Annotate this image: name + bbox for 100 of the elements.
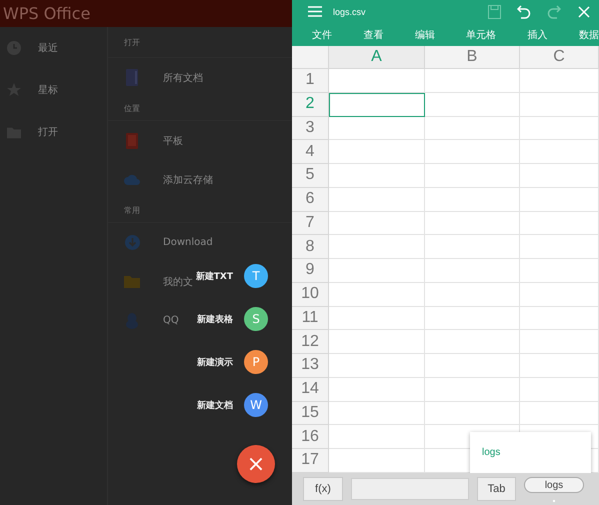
menu-icon[interactable]	[308, 6, 322, 17]
menu-item[interactable]: 查看	[363, 28, 384, 42]
table-cell[interactable]	[425, 116, 520, 140]
table-cell[interactable]	[425, 378, 520, 402]
menu-item[interactable]: 单元格	[466, 28, 496, 42]
location-item[interactable]: 所有文档	[163, 70, 203, 84]
row-header[interactable]: 6	[292, 188, 329, 212]
new-file-label[interactable]: 新建文档	[197, 398, 233, 412]
table-cell[interactable]	[425, 282, 520, 306]
row-header[interactable]: 4	[292, 140, 329, 164]
row-header[interactable]: 5	[292, 164, 329, 188]
row-header[interactable]: 2	[292, 92, 329, 116]
table-cell[interactable]	[425, 164, 520, 188]
table-cell[interactable]	[425, 235, 520, 259]
location-item[interactable]: 平板	[163, 134, 183, 148]
cloud-icon	[124, 174, 140, 185]
table-cell[interactable]	[329, 69, 425, 93]
table-cell[interactable]	[425, 306, 520, 330]
table-cell[interactable]	[425, 259, 520, 283]
table-cell[interactable]	[520, 330, 599, 354]
nav-item[interactable]: 打开	[38, 125, 58, 139]
column-header[interactable]: B	[425, 46, 520, 69]
table-cell[interactable]	[520, 116, 599, 140]
menu-item[interactable]: 文件	[312, 28, 332, 42]
undo-icon[interactable]	[517, 4, 531, 18]
tab-button[interactable]: Tab	[477, 477, 516, 501]
table-cell[interactable]	[520, 92, 599, 116]
nav-item[interactable]: 星标	[38, 83, 58, 97]
table-cell[interactable]	[520, 259, 599, 283]
menu-item[interactable]: 数据	[578, 28, 599, 42]
page-indicator	[553, 500, 555, 502]
row-header[interactable]: 7	[292, 212, 329, 236]
location-item[interactable]: 添加云存储	[163, 172, 213, 186]
table-cell[interactable]	[520, 402, 599, 426]
row-header[interactable]: 10	[292, 282, 329, 306]
sheet-tab[interactable]: logs	[524, 477, 584, 493]
table-cell[interactable]	[329, 140, 425, 164]
table-cell[interactable]	[520, 140, 599, 164]
row-header[interactable]: 9	[292, 259, 329, 283]
table-cell[interactable]	[520, 282, 599, 306]
menu-item[interactable]: 插入	[528, 28, 548, 42]
section-header: 位置	[124, 103, 140, 114]
table-cell[interactable]	[329, 259, 425, 283]
nav-item[interactable]: 最近	[38, 41, 58, 55]
table-cell[interactable]	[329, 425, 425, 449]
active-cell[interactable]	[329, 92, 425, 116]
table-cell[interactable]	[329, 378, 425, 402]
table-cell[interactable]	[520, 69, 599, 93]
new-file-label[interactable]: 新建表格	[197, 312, 233, 326]
table-cell[interactable]	[329, 188, 425, 212]
table-cell[interactable]	[520, 212, 599, 236]
table-cell[interactable]	[329, 235, 425, 259]
table-cell[interactable]	[425, 92, 520, 116]
column-header[interactable]: A	[329, 46, 425, 69]
table-cell[interactable]	[520, 306, 599, 330]
location-item[interactable]: Download	[163, 237, 213, 248]
corner-cell[interactable]	[292, 46, 329, 69]
table-cell[interactable]	[425, 402, 520, 426]
row-header[interactable]: 13	[292, 354, 329, 378]
table-cell[interactable]	[329, 354, 425, 378]
function-button[interactable]: f(x)	[303, 477, 343, 501]
row-header[interactable]: 15	[292, 402, 329, 426]
column-header[interactable]: C	[520, 46, 599, 69]
table-cell[interactable]	[425, 188, 520, 212]
table-cell[interactable]	[520, 188, 599, 212]
table-cell[interactable]	[329, 212, 425, 236]
row-header[interactable]: 14	[292, 378, 329, 402]
table-cell[interactable]	[329, 116, 425, 140]
section-header: 打开	[124, 36, 140, 48]
row-header[interactable]: 3	[292, 116, 329, 140]
table-cell[interactable]	[425, 69, 520, 93]
table-cell[interactable]	[520, 378, 599, 402]
row-header[interactable]: 8	[292, 235, 329, 259]
row-header[interactable]: 1	[292, 69, 329, 93]
table-cell[interactable]	[425, 354, 520, 378]
menu-item[interactable]: 编辑	[414, 28, 435, 42]
table-cell[interactable]	[520, 164, 599, 188]
row-header[interactable]: 12	[292, 330, 329, 354]
download-icon	[124, 235, 140, 250]
table-cell[interactable]	[425, 140, 520, 164]
table-cell[interactable]	[329, 306, 425, 330]
formula-field[interactable]	[351, 478, 469, 500]
popup-item[interactable]: logs	[482, 447, 500, 458]
row-header[interactable]: 16	[292, 425, 329, 449]
table-cell[interactable]	[329, 402, 425, 426]
table-cell[interactable]	[329, 164, 425, 188]
close-icon[interactable]	[578, 6, 590, 18]
row-header[interactable]: 11	[292, 306, 329, 330]
location-item[interactable]: 我的文	[163, 274, 193, 288]
location-item[interactable]: QQ	[163, 315, 179, 326]
folder-icon	[124, 275, 140, 288]
table-cell[interactable]	[329, 330, 425, 354]
table-cell[interactable]	[520, 354, 599, 378]
new-file-label[interactable]: 新建TXT	[196, 270, 233, 282]
row-header[interactable]: 17	[292, 449, 329, 473]
table-cell[interactable]	[425, 212, 520, 236]
table-cell[interactable]	[425, 330, 520, 354]
new-file-label[interactable]: 新建演示	[197, 356, 233, 368]
table-cell[interactable]	[329, 282, 425, 306]
table-cell[interactable]	[520, 235, 599, 259]
